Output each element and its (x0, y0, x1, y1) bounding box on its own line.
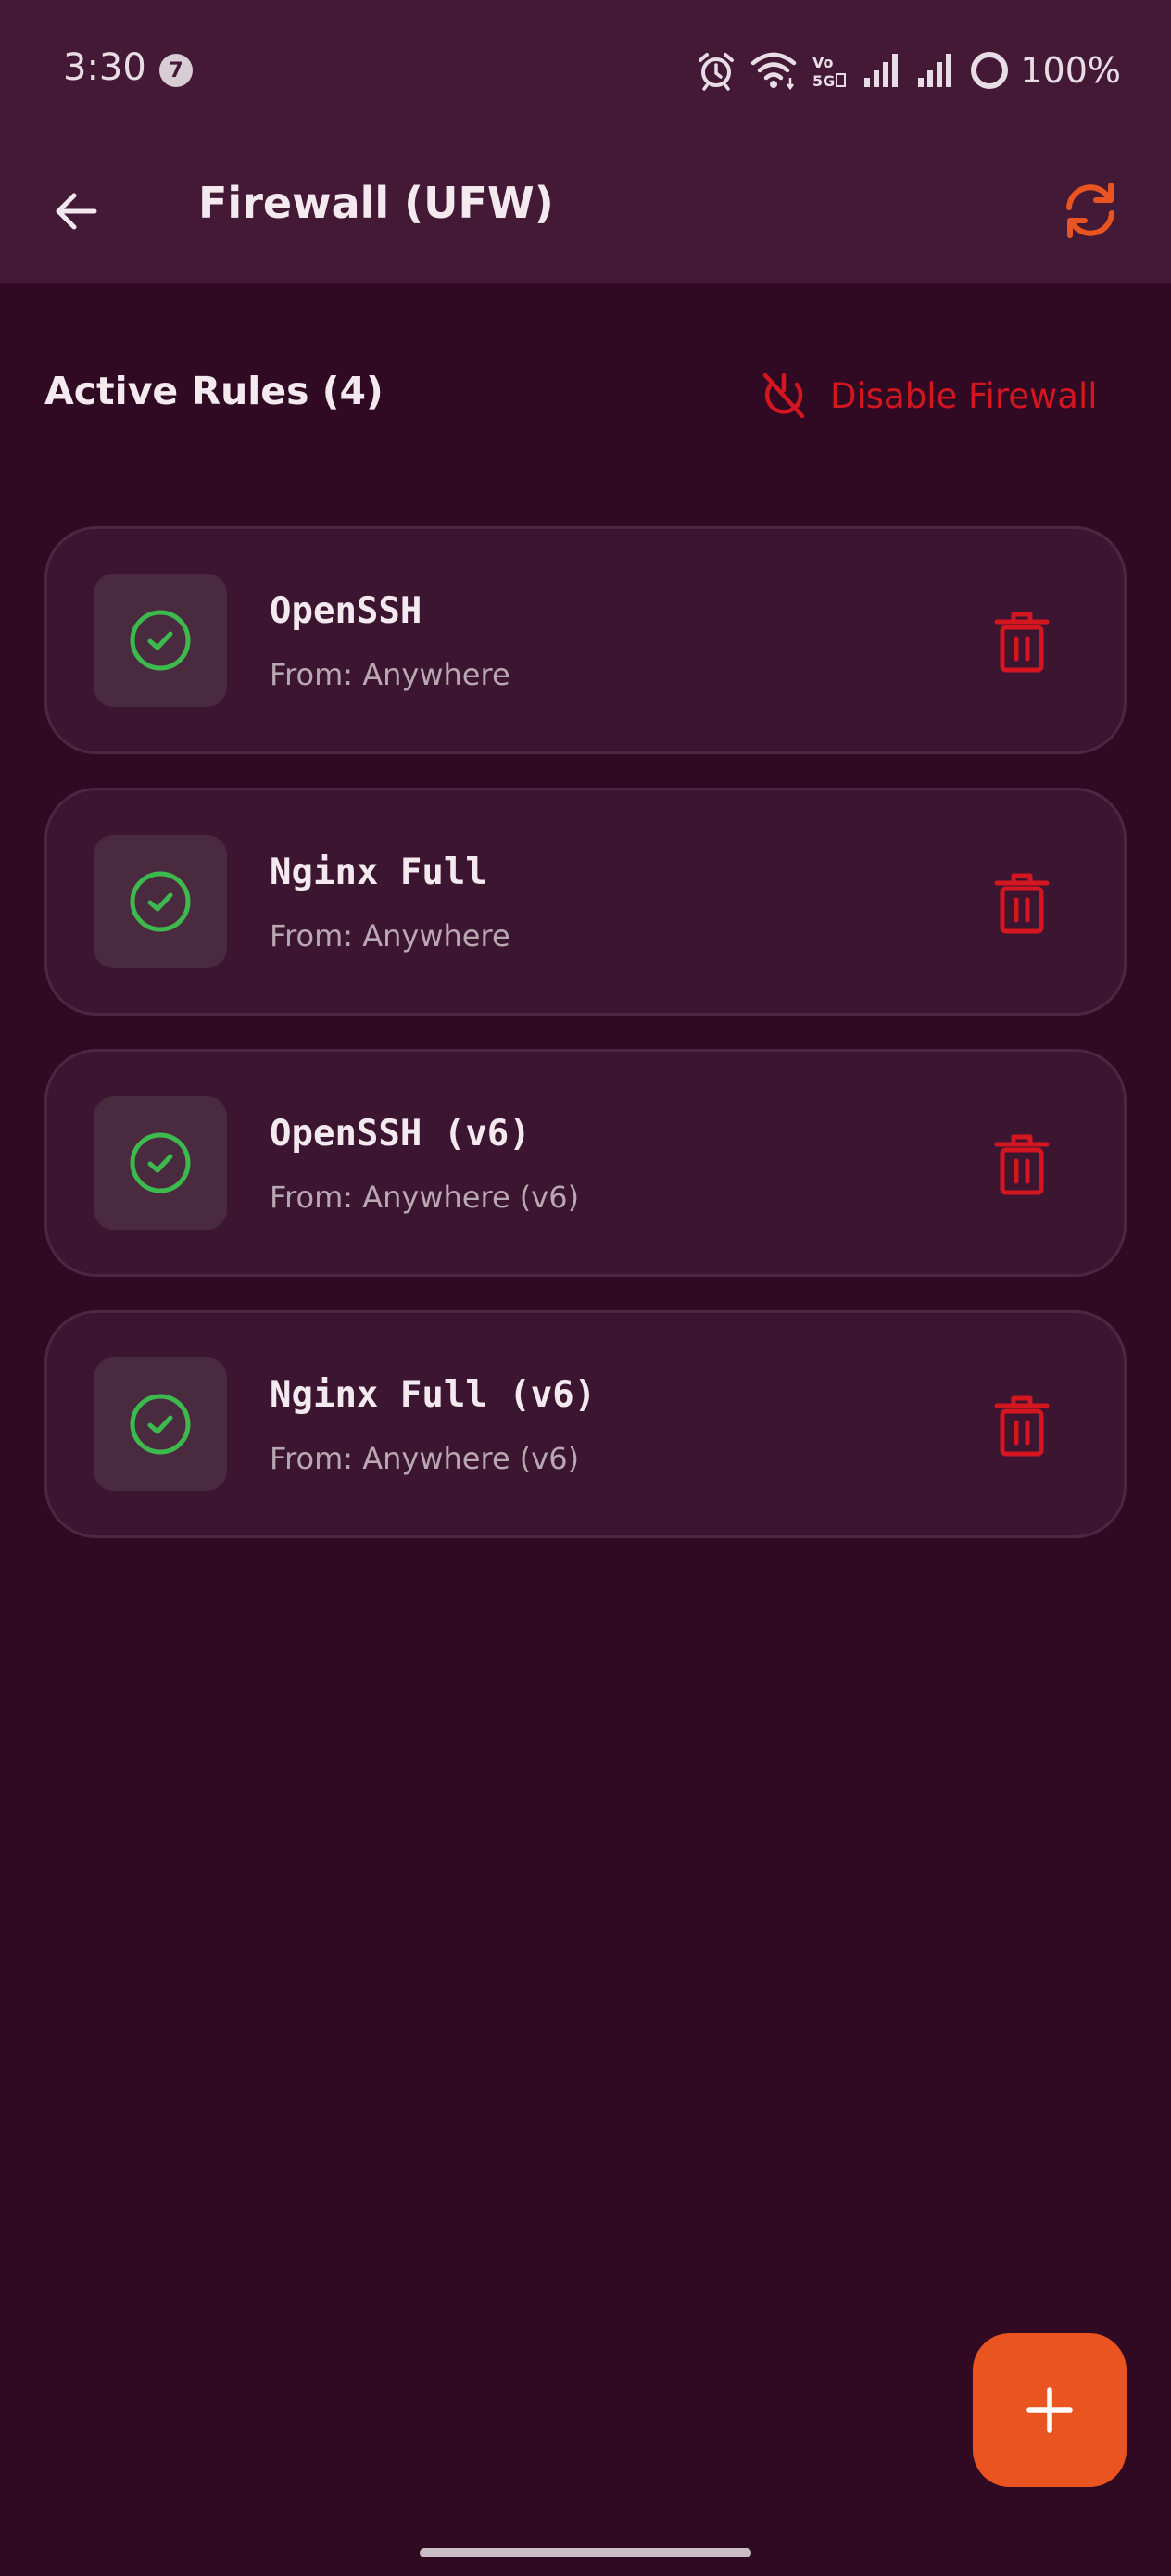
rule-list: OpenSSH From: Anywhere Nginx Full From: … (44, 526, 1127, 1572)
rule-card[interactable]: Nginx Full From: Anywhere (44, 788, 1127, 1016)
rule-source: From: Anywhere (v6) (270, 1180, 580, 1215)
trash-icon (994, 873, 1050, 934)
rule-status (94, 574, 227, 707)
rule-status (94, 1096, 227, 1230)
rule-status (94, 1357, 227, 1491)
app-bar: Firewall (UFW) (0, 139, 1171, 283)
battery-icon (971, 52, 1009, 89)
disable-firewall-label: Disable Firewall (830, 375, 1098, 416)
top-bar: 3:30 7 Vo 5G 100% Firewall (UFW) (0, 0, 1171, 283)
status-icons: Vo 5G 100% (696, 46, 1121, 95)
delete-rule-button[interactable] (985, 1124, 1059, 1204)
power-off-icon (762, 373, 805, 419)
rule-name: OpenSSH (v6) (270, 1113, 531, 1155)
check-circle-icon (130, 1394, 191, 1455)
check-circle-icon (130, 610, 191, 671)
signal-icon (918, 54, 952, 87)
rule-source: From: Anywhere (270, 918, 510, 953)
section-title: Active Rules (4) (44, 369, 384, 413)
status-bar: 3:30 7 Vo 5G 100% (0, 0, 1171, 139)
rule-card[interactable]: OpenSSH (v6) From: Anywhere (v6) (44, 1049, 1127, 1277)
wifi-icon (751, 52, 797, 91)
trash-icon (994, 1395, 1050, 1457)
rule-name: Nginx Full (v6) (270, 1374, 597, 1416)
status-time: 3:30 (63, 46, 146, 89)
refresh-icon (1066, 183, 1114, 238)
refresh-button[interactable] (1051, 170, 1130, 250)
rule-status (94, 835, 227, 968)
svg-text:Vo: Vo (812, 54, 834, 71)
alarm-icon (699, 53, 735, 91)
delete-rule-button[interactable] (985, 601, 1059, 681)
add-rule-button[interactable] (973, 2333, 1127, 2487)
check-circle-icon (130, 871, 191, 932)
arrow-left-icon (56, 193, 97, 230)
volte-5g-icon: Vo 5G (812, 54, 847, 90)
back-button[interactable] (41, 176, 111, 246)
rule-card[interactable]: OpenSSH From: Anywhere (44, 526, 1127, 754)
svg-text:5G: 5G (812, 72, 835, 90)
disable-firewall-button[interactable]: Disable Firewall (760, 363, 1098, 428)
rule-name: OpenSSH (270, 590, 422, 632)
delete-rule-button[interactable] (985, 863, 1059, 942)
trash-icon (994, 1134, 1050, 1195)
notification-badge: 7 (159, 54, 193, 87)
battery-percentage: 100% (1020, 50, 1121, 91)
rule-name: Nginx Full (270, 852, 487, 893)
rule-source: From: Anywhere (v6) (270, 1441, 580, 1476)
gesture-navigation-bar[interactable] (420, 2548, 751, 2557)
delete-rule-button[interactable] (985, 1385, 1059, 1465)
trash-icon (994, 612, 1050, 673)
rule-source: From: Anywhere (270, 657, 510, 692)
app-screen: 3:30 7 Vo 5G 100% Firewall (UFW) Active … (0, 0, 1171, 2576)
page-title: Firewall (UFW) (198, 178, 554, 228)
check-circle-icon (130, 1132, 191, 1193)
plus-icon (1026, 2387, 1073, 2433)
signal-icon (864, 54, 899, 87)
rule-card[interactable]: Nginx Full (v6) From: Anywhere (v6) (44, 1310, 1127, 1538)
